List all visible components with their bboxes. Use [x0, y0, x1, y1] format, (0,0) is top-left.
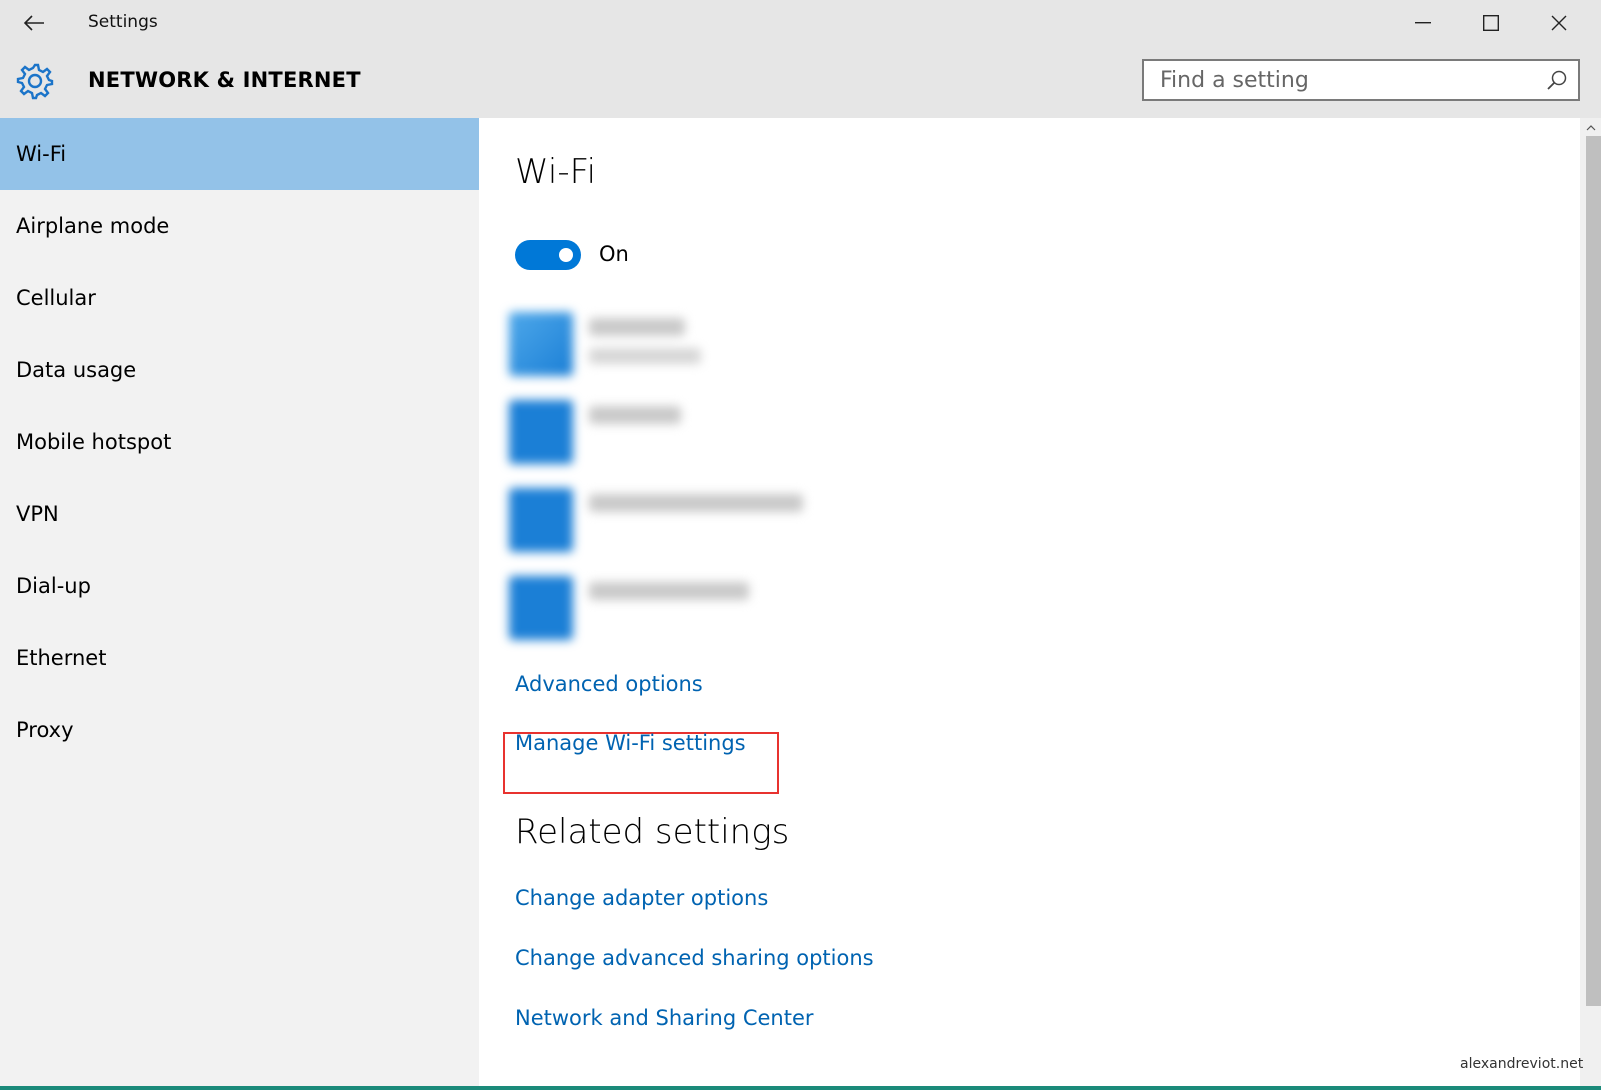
minimize-button[interactable] [1389, 0, 1457, 46]
wifi-network-icon [509, 488, 573, 552]
sidebar-item-ethernet[interactable]: Ethernet [0, 622, 479, 694]
network-item[interactable] [509, 488, 909, 568]
sidebar-item-vpn[interactable]: VPN [0, 478, 479, 550]
sidebar-item-data-usage[interactable]: Data usage [0, 334, 479, 406]
sidebar-item-label: Wi-Fi [16, 142, 67, 166]
back-button[interactable] [16, 8, 52, 38]
network-name-redacted [589, 318, 685, 336]
manage-wifi-settings-link[interactable]: Manage Wi-Fi settings [515, 731, 746, 755]
search-icon[interactable] [1546, 69, 1568, 91]
minimize-icon [1415, 22, 1431, 24]
sidebar-item-label: Airplane mode [16, 214, 170, 238]
wifi-network-icon [509, 576, 573, 640]
network-status-redacted [589, 348, 701, 364]
sidebar-item-mobile-hotspot[interactable]: Mobile hotspot [0, 406, 479, 478]
sidebar-item-label: Mobile hotspot [16, 430, 172, 454]
main-content: Wi-Fi On Advanced options Manage Wi-Fi s… [479, 118, 1580, 1090]
advanced-options-link[interactable]: Advanced options [515, 672, 703, 696]
network-name-redacted [589, 406, 681, 424]
close-button[interactable] [1525, 0, 1593, 46]
sidebar-item-label: Cellular [16, 286, 96, 310]
maximize-icon [1483, 15, 1499, 31]
page-title: Wi-Fi [515, 152, 597, 192]
sidebar-nav: Wi-Fi Airplane mode Cellular Data usage … [0, 118, 479, 1090]
change-advanced-sharing-options-link[interactable]: Change advanced sharing options [515, 946, 874, 970]
title-bar: Settings [0, 0, 1601, 46]
sidebar-item-label: Data usage [16, 358, 137, 382]
change-adapter-options-link[interactable]: Change adapter options [515, 886, 768, 910]
close-icon [1551, 15, 1567, 31]
network-name-redacted [589, 494, 803, 512]
chevron-up-icon [1586, 125, 1595, 131]
sidebar-item-cellular[interactable]: Cellular [0, 262, 479, 334]
back-arrow-icon [23, 15, 44, 31]
wifi-toggle-label: On [599, 242, 629, 266]
sidebar-item-label: Dial-up [16, 574, 91, 598]
network-and-sharing-center-link[interactable]: Network and Sharing Center [515, 1006, 814, 1030]
settings-header: NETWORK & INTERNET [0, 46, 1601, 118]
watermark: alexandreviot.net [1460, 1056, 1584, 1072]
sidebar-item-label: Ethernet [16, 646, 107, 670]
search-box[interactable] [1142, 59, 1580, 101]
sidebar-item-label: VPN [16, 502, 59, 526]
network-item[interactable] [509, 312, 909, 392]
window-title: Settings [88, 12, 158, 32]
toggle-knob [559, 248, 573, 262]
sidebar-item-dial-up[interactable]: Dial-up [0, 550, 479, 622]
bottom-edge [0, 1086, 1601, 1090]
scrollbar[interactable] [1580, 118, 1601, 1090]
scrollbar-thumb[interactable] [1586, 136, 1601, 1006]
maximize-button[interactable] [1457, 0, 1525, 46]
related-settings-title: Related settings [515, 812, 790, 852]
gear-icon [16, 63, 54, 100]
sidebar-item-wifi[interactable]: Wi-Fi [0, 118, 479, 190]
network-name-redacted [589, 582, 749, 600]
search-input[interactable] [1144, 61, 1566, 99]
network-item[interactable] [509, 400, 909, 480]
sidebar-item-label: Proxy [16, 718, 74, 742]
sidebar-item-proxy[interactable]: Proxy [0, 694, 479, 766]
wifi-toggle[interactable] [515, 240, 581, 270]
sidebar-item-airplane-mode[interactable]: Airplane mode [0, 190, 479, 262]
page-section-title: NETWORK & INTERNET [88, 68, 361, 92]
network-item[interactable] [509, 576, 909, 656]
wifi-network-icon [509, 312, 573, 376]
scroll-up-button[interactable] [1580, 118, 1601, 138]
wifi-network-icon [509, 400, 573, 464]
